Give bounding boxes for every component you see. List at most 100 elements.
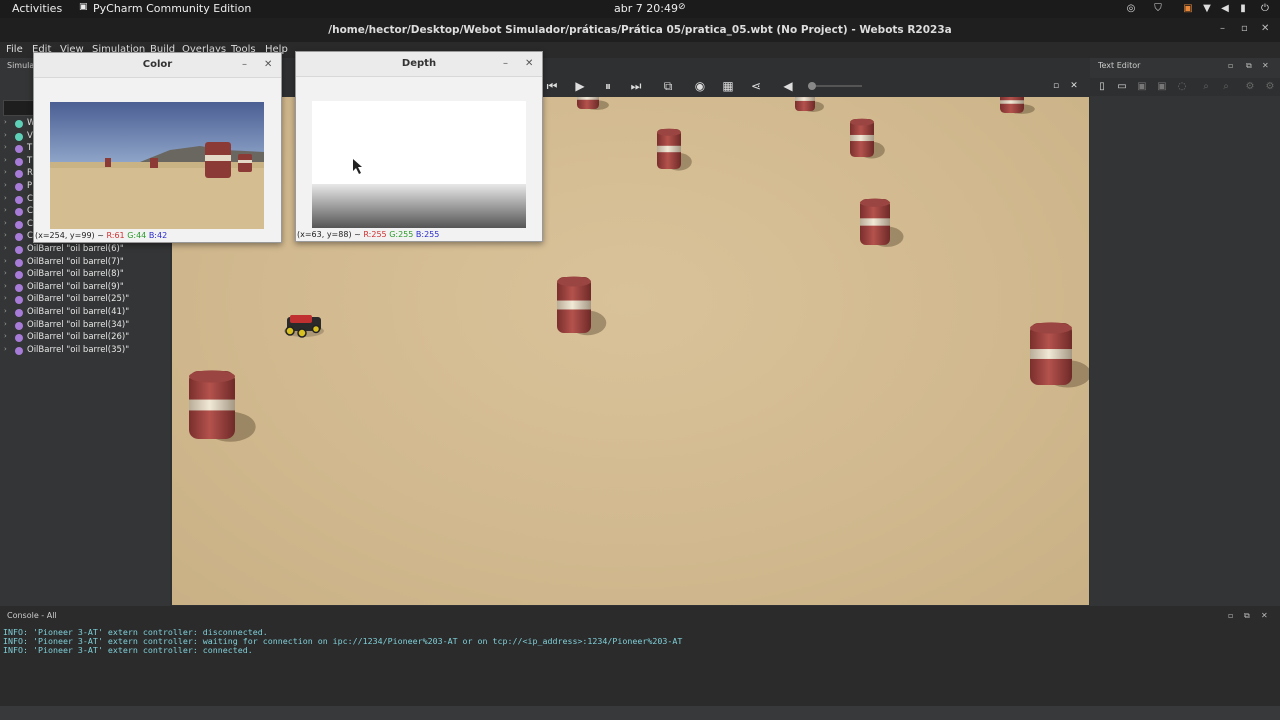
expand-arrow-icon[interactable]: ›: [4, 143, 7, 151]
battery-icon[interactable]: ▮: [1237, 3, 1249, 15]
scene-tree-item-label: OilBarrel "oil barrel(26)": [27, 332, 130, 343]
expand-arrow-icon[interactable]: ›: [4, 181, 7, 189]
expand-arrow-icon[interactable]: ›: [4, 269, 7, 277]
oil-barrel[interactable]: [1030, 322, 1089, 388]
scene-tree-item-label: OilBarrel "oil barrel(9)": [27, 281, 124, 292]
color-window-header[interactable]: Color – ✕: [34, 53, 281, 78]
view-close-icon[interactable]: ✕: [1066, 78, 1082, 94]
close-window-button[interactable]: ✕: [1261, 23, 1269, 34]
color-camera-window[interactable]: Color – ✕ (x=254, y=99) ~ R:61 G:44 B:42: [33, 52, 282, 243]
scene-tree-item[interactable]: › OilBarrel "oil barrel(35)": [0, 345, 170, 357]
new-file-icon[interactable]: ▯: [1094, 79, 1110, 95]
console-line: INFO: 'Pioneer 3-AT' extern controller: …: [3, 645, 253, 655]
record-movie-icon[interactable]: ▦: [720, 78, 736, 94]
chrome-icon[interactable]: ◎: [1125, 3, 1137, 15]
panel-float-icon[interactable]: ▫: [1228, 61, 1233, 70]
depth-window-header[interactable]: Depth – ✕: [296, 52, 542, 77]
clean-icon[interactable]: ⚙: [1262, 79, 1278, 95]
clock[interactable]: abr 7 20:49: [614, 2, 678, 15]
expand-arrow-icon[interactable]: ›: [4, 206, 7, 214]
expand-arrow-icon[interactable]: ›: [4, 307, 7, 315]
depth-window-close-button[interactable]: ✕: [525, 58, 533, 69]
expand-arrow-icon[interactable]: ›: [4, 231, 7, 239]
save-as-icon[interactable]: ▣: [1154, 79, 1170, 95]
color-pixel-readout: (x=254, y=99) ~ R:61 G:44 B:42: [35, 231, 167, 240]
step-icon[interactable]: ▶: [572, 78, 588, 94]
shield-icon[interactable]: ⛉: [1152, 3, 1164, 15]
expand-arrow-icon[interactable]: ›: [4, 320, 7, 328]
power-icon[interactable]: ⏻: [1259, 3, 1271, 15]
console-close-icon[interactable]: ✕: [1261, 611, 1268, 620]
maximize-window-button[interactable]: ▫: [1241, 23, 1248, 34]
build-icon[interactable]: ⚙: [1242, 79, 1258, 95]
scene-tree-item[interactable]: › OilBarrel "oil barrel(41)": [0, 307, 170, 319]
panel-maximize-icon[interactable]: ⧉: [1246, 61, 1252, 71]
expand-arrow-icon[interactable]: ›: [4, 257, 7, 265]
expand-arrow-icon[interactable]: ›: [4, 131, 7, 139]
oil-barrel[interactable]: [860, 198, 904, 247]
volume-slider-handle[interactable]: [808, 82, 816, 90]
depth-camera-window[interactable]: Depth – ✕ (x=63, y=88) ~ R:255 G:255 B:2…: [295, 51, 543, 242]
scene-tree-item[interactable]: › OilBarrel "oil barrel(34)": [0, 320, 170, 332]
fast-forward-icon[interactable]: ⏭: [628, 78, 644, 94]
wifi-icon[interactable]: ▼: [1201, 3, 1213, 15]
node-type-icon: [15, 246, 23, 254]
volume-slider[interactable]: [808, 85, 862, 87]
console-float-icon[interactable]: ▫: [1228, 611, 1233, 620]
scene-tree-item[interactable]: › OilBarrel "oil barrel(26)": [0, 332, 170, 344]
open-file-icon[interactable]: ▭: [1114, 79, 1130, 95]
oil-barrel[interactable]: [557, 276, 607, 336]
scene-tree-item[interactable]: › OilBarrel "oil barrel(6)": [0, 244, 170, 256]
console-panel: ▫ ⧉ ✕: [0, 606, 1280, 720]
oil-barrel[interactable]: [577, 97, 609, 110]
window-title-bar: /home/hector/Desktop/Webot Simulador/prá…: [0, 18, 1280, 42]
scene-tree-item[interactable]: › OilBarrel "oil barrel(25)": [0, 294, 170, 306]
find-icon[interactable]: ⌕: [1198, 79, 1214, 95]
scene-tree-item[interactable]: › OilBarrel "oil barrel(7)": [0, 257, 170, 269]
oil-barrel[interactable]: [795, 97, 824, 112]
screenshot-icon[interactable]: ◉: [692, 78, 708, 94]
oil-barrel[interactable]: [657, 128, 692, 171]
revert-icon[interactable]: ◌: [1174, 79, 1190, 95]
expand-arrow-icon[interactable]: ›: [4, 294, 7, 302]
scene-tree-item[interactable]: › OilBarrel "oil barrel(8)": [0, 269, 170, 281]
replace-icon[interactable]: ⌕: [1218, 79, 1234, 95]
oil-barrel[interactable]: [189, 370, 256, 442]
minimize-window-button[interactable]: –: [1220, 23, 1225, 34]
pause-icon[interactable]: ⏸: [600, 78, 616, 94]
scene-tree-filter-input[interactable]: [3, 100, 35, 116]
share-icon[interactable]: ⋖: [748, 78, 764, 94]
expand-arrow-icon[interactable]: ›: [4, 345, 7, 353]
rendering-toggle-icon[interactable]: ⧉: [660, 78, 676, 94]
expand-arrow-icon[interactable]: ›: [4, 332, 7, 340]
panel-close-icon[interactable]: ✕: [1262, 61, 1269, 70]
oil-barrel[interactable]: [1000, 97, 1035, 114]
depth-pixel-readout: (x=63, y=88) ~ R:255 G:255 B:255: [297, 230, 439, 239]
scene-tree-item-label: OilBarrel "oil barrel(8)": [27, 269, 124, 280]
color-window-minimize-button[interactable]: –: [242, 59, 247, 70]
expand-arrow-icon[interactable]: ›: [4, 282, 7, 290]
pioneer-robot[interactable]: [284, 315, 324, 338]
scene-tree-item[interactable]: › OilBarrel "oil barrel(9)": [0, 282, 170, 294]
app-name[interactable]: PyCharm Community Edition: [93, 2, 251, 15]
reset-simulation-icon[interactable]: ⏮: [544, 78, 560, 94]
view-maximize-icon[interactable]: ▫: [1048, 78, 1064, 94]
sound-icon[interactable]: ◀: [780, 78, 796, 94]
depth-green-value: G:255: [389, 230, 414, 239]
oil-barrel[interactable]: [850, 118, 885, 159]
expand-arrow-icon[interactable]: ›: [4, 219, 7, 227]
activities-button[interactable]: Activities: [12, 2, 62, 15]
expand-arrow-icon[interactable]: ›: [4, 156, 7, 164]
save-icon[interactable]: ▣: [1134, 79, 1150, 95]
console-maximize-icon[interactable]: ⧉: [1244, 611, 1250, 621]
expand-arrow-icon[interactable]: ›: [4, 194, 7, 202]
node-type-icon: [15, 296, 23, 305]
updates-icon[interactable]: ▣: [1182, 3, 1194, 15]
color-window-close-button[interactable]: ✕: [264, 59, 272, 70]
volume-icon[interactable]: ◀: [1219, 3, 1231, 15]
menu-file[interactable]: File: [6, 44, 23, 55]
expand-arrow-icon[interactable]: ›: [4, 244, 7, 252]
depth-window-minimize-button[interactable]: –: [503, 58, 508, 69]
expand-arrow-icon[interactable]: ›: [4, 168, 7, 176]
expand-arrow-icon[interactable]: ›: [4, 118, 7, 126]
